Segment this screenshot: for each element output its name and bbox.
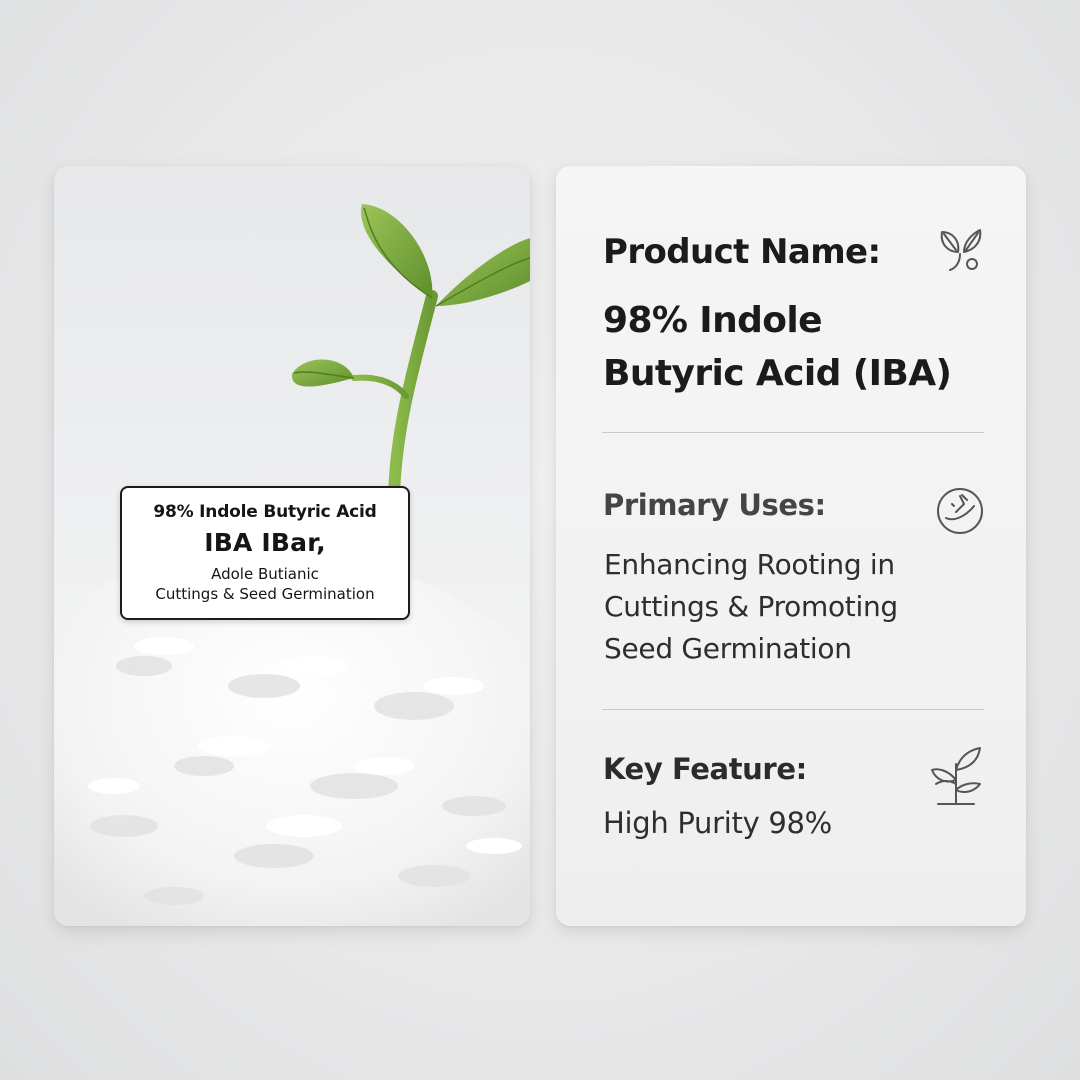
uses-line2: Cuttings & Promoting	[604, 590, 898, 623]
product-photo: 98% Indole Butyric Acid IBA IBar, Adole …	[54, 166, 530, 926]
product-label: 98% Indole Butyric Acid IBA IBar, Adole …	[120, 486, 410, 620]
sprout-icon	[931, 747, 981, 805]
section-divider	[602, 432, 984, 433]
label-title: 98% Indole Butyric Acid	[153, 502, 377, 522]
primary-uses-heading: Primary Uses:	[603, 488, 826, 522]
label-subtitle: Adole Butianic	[211, 565, 319, 583]
dropper-circle-icon	[937, 488, 983, 534]
uses-line3: Seed Germination	[604, 632, 852, 665]
product-name-heading: Product Name:	[603, 232, 881, 272]
label-usage: Cuttings & Seed Germination	[155, 585, 375, 603]
product-name-line1: 98% Indole	[603, 300, 823, 341]
leaf-plant-icon	[940, 229, 982, 271]
section-divider	[602, 709, 984, 710]
primary-uses-text: Enhancing Rooting in Cuttings & Promotin…	[604, 544, 898, 670]
product-info-card: Product Name: 98% Indole Butyric Acid (I…	[556, 166, 1026, 926]
uses-line1: Enhancing Rooting in	[604, 548, 895, 581]
product-name-line2: Butyric Acid (IBA)	[603, 353, 952, 394]
product-name: 98% Indole Butyric Acid (IBA)	[603, 294, 952, 400]
key-feature-text: High Purity 98%	[603, 806, 832, 840]
key-feature-heading: Key Feature:	[603, 752, 807, 786]
label-abbreviation: IBA IBar,	[204, 528, 326, 557]
